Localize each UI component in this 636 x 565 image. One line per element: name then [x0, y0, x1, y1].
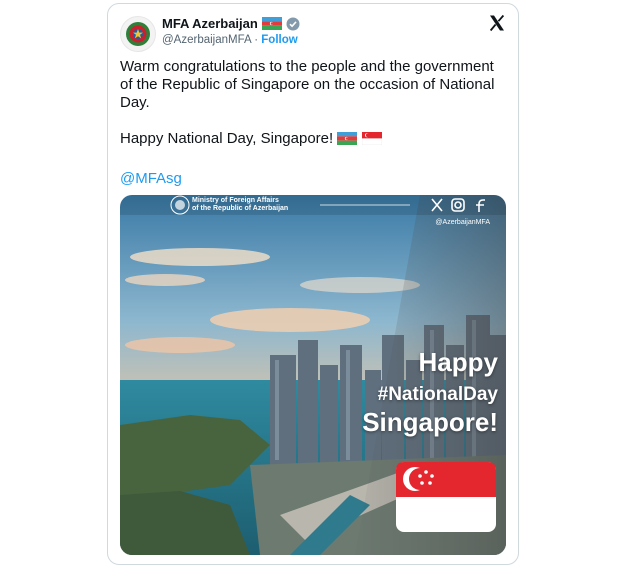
- headline-hashtag: #NationalDay: [377, 384, 498, 405]
- tweet-paragraph-1: Warm congratulations to the people and t…: [120, 58, 495, 111]
- handle-row: @AzerbaijanMFA · Follow: [162, 34, 298, 46]
- avatar[interactable]: [120, 16, 156, 52]
- azerbaijan-emblem-icon: [126, 22, 150, 46]
- azerbaijan-flag-emoji-icon: [337, 132, 358, 145]
- image-handle: @AzerbaijanMFA: [435, 219, 490, 226]
- ministry-caption: Ministry of Foreign Affairs of the Repub…: [192, 197, 288, 213]
- singapore-flag-graphic: [396, 462, 496, 532]
- user-handle[interactable]: @AzerbaijanMFA: [162, 34, 251, 46]
- singapore-flag-emoji-icon: [361, 132, 382, 145]
- headline-happy: Happy: [418, 347, 498, 377]
- separator: ·: [254, 34, 259, 46]
- mention-link[interactable]: @MFAsg: [120, 170, 182, 187]
- ministry-line-1: Ministry of Foreign Affairs: [192, 197, 279, 204]
- author-name[interactable]: MFA Azerbaijan: [162, 16, 258, 31]
- ministry-line-2: of the Republic of Azerbaijan: [192, 205, 289, 212]
- verified-badge-icon: [286, 17, 300, 30]
- tweet-text: Warm congratulations to the people and t…: [120, 58, 510, 148]
- post-image[interactable]: Ministry of Foreign Affairs of the Repub…: [120, 195, 506, 555]
- follow-button[interactable]: Follow: [261, 34, 297, 46]
- tweet-paragraph-2: Happy National Day, Singapore!: [120, 130, 510, 148]
- azerbaijan-flag-icon: [261, 17, 282, 30]
- tweet-card[interactable]: MFA Azerbaijan @AzerbaijanMFA · Follow W…: [107, 3, 519, 565]
- headline-singapore: Singapore!: [362, 407, 498, 437]
- tweet-paragraph-2-text: Happy National Day, Singapore!: [120, 130, 334, 147]
- x-logo-icon[interactable]: [488, 14, 506, 37]
